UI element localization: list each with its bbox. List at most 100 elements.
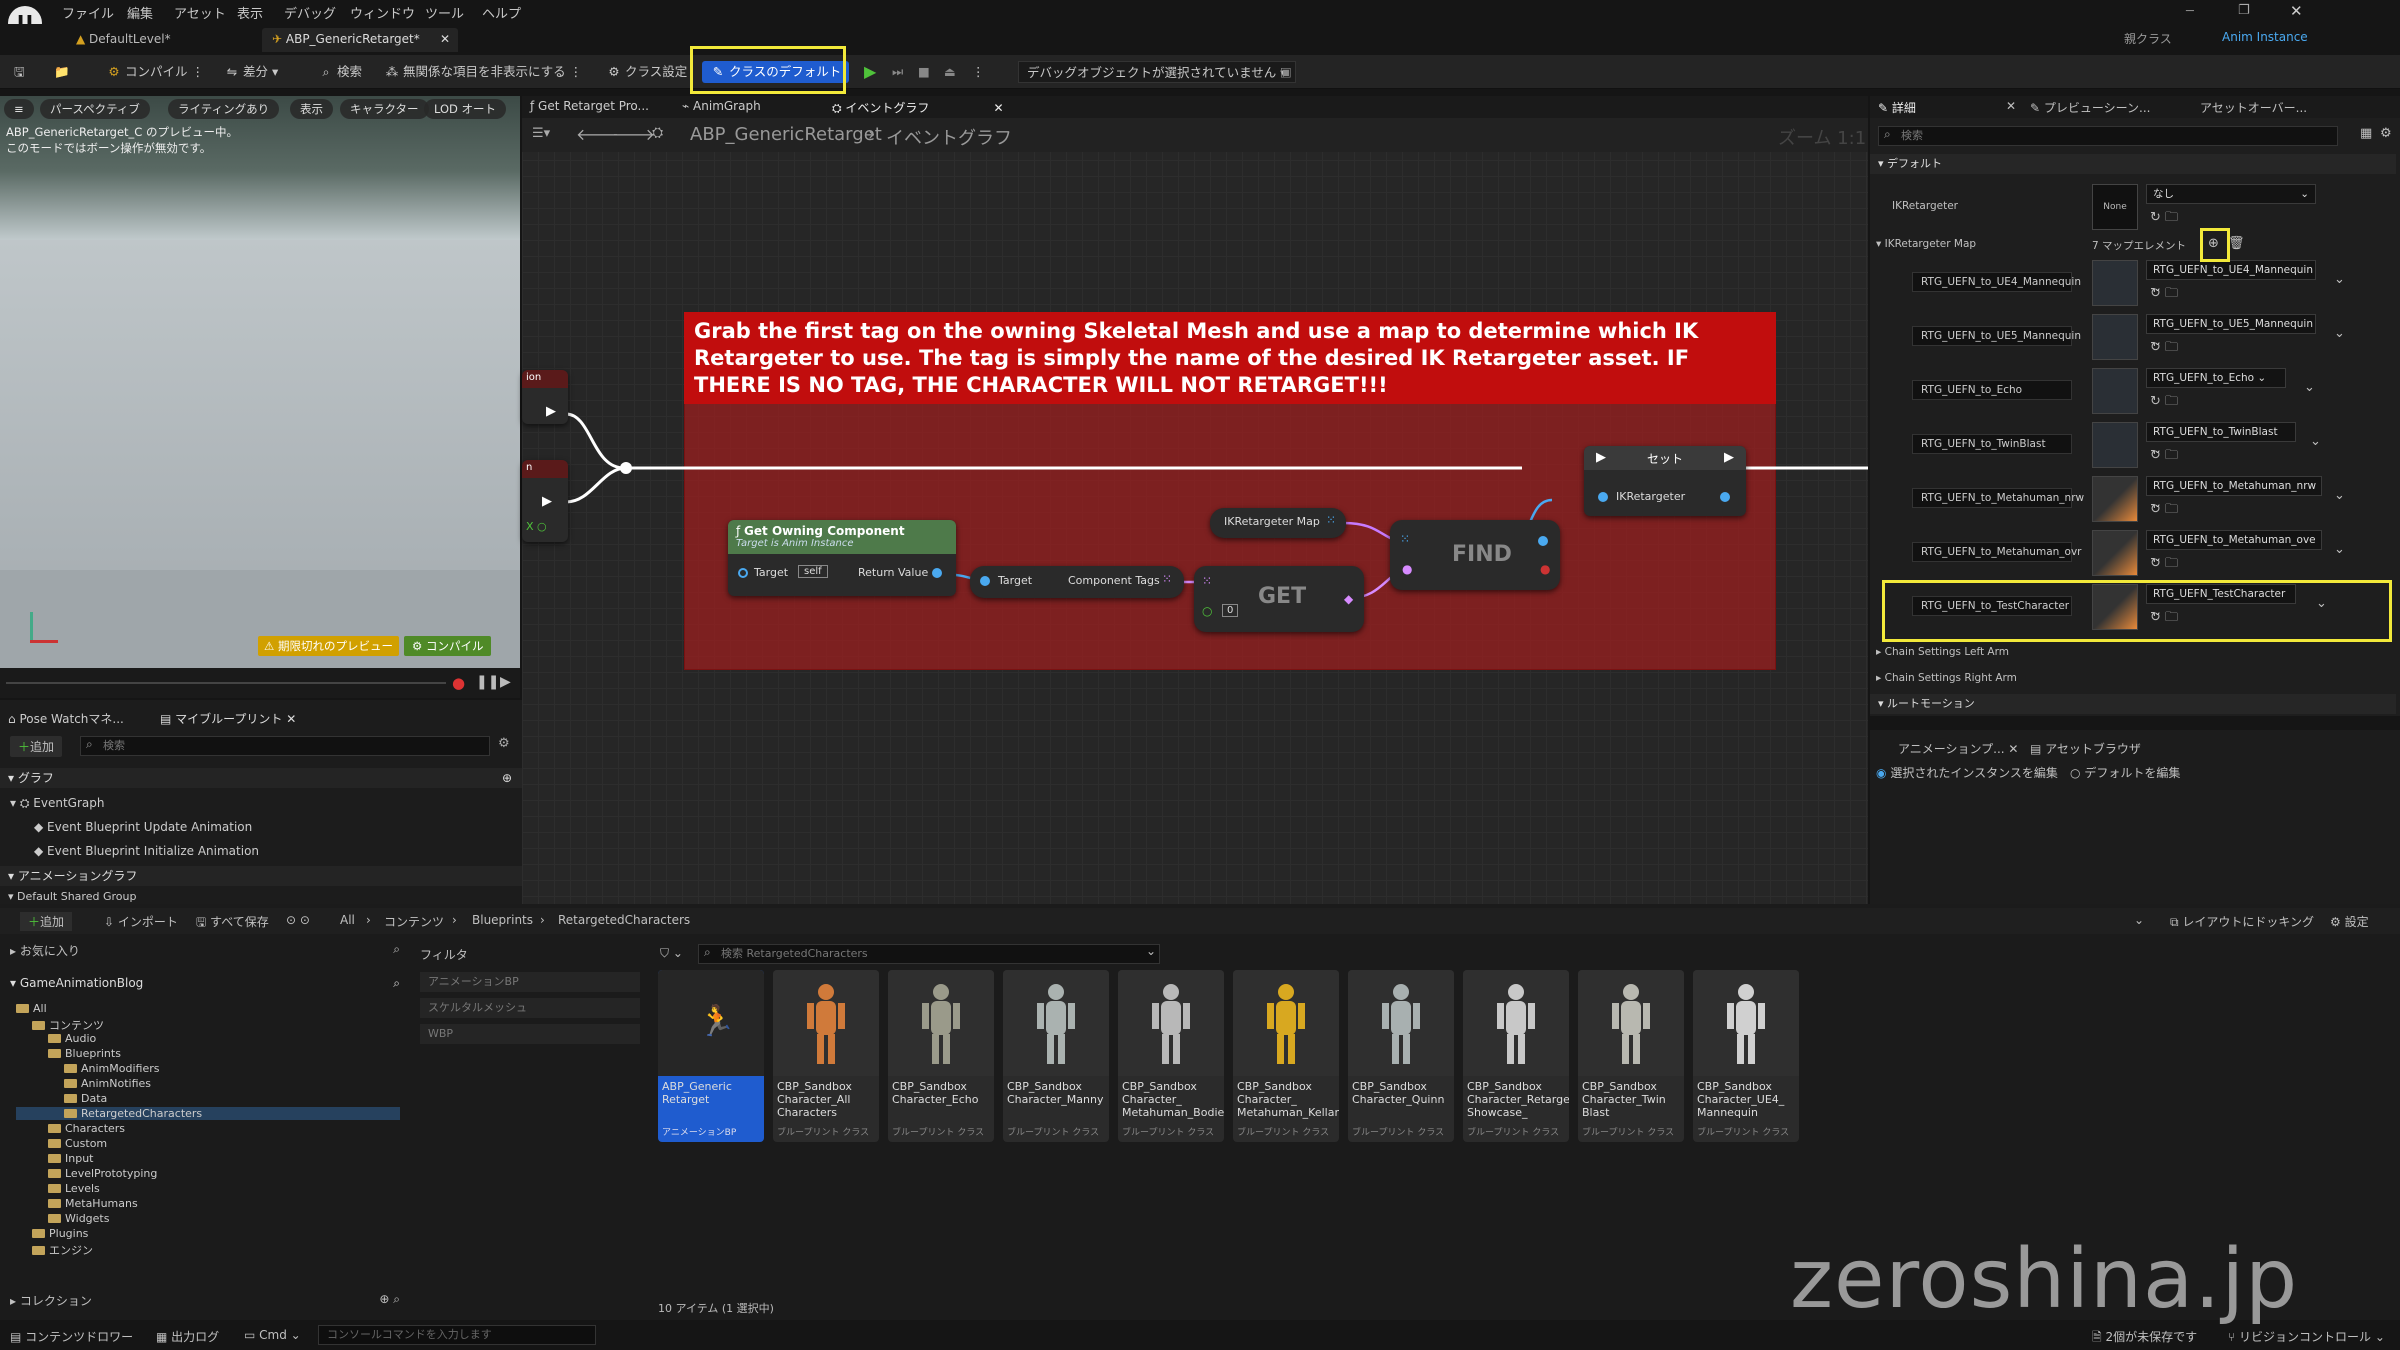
set-ikretargeter-in[interactable]	[1598, 492, 1608, 502]
viewport-compile-button[interactable]: ⚙ コンパイル	[404, 636, 492, 656]
radio-edit-defaults[interactable]: ○ デフォルトを編集	[2070, 764, 2180, 781]
node-get[interactable]: ⁙ GET ○ 0 ◆	[1194, 566, 1364, 632]
menu-file[interactable]: ファイル	[62, 3, 114, 22]
chain-left-arm[interactable]: ▸ Chain Settings Left Arm	[1876, 646, 2009, 658]
row-chevron-icon[interactable]: ⌄	[2310, 434, 2321, 449]
pin-target-in[interactable]	[738, 568, 748, 578]
reset-arrow-icon[interactable]: ↻ 🗀	[2150, 284, 2178, 306]
map-row-value-combo[interactable]: RTG_UEFN_to_Metahuman_nrw ⌄	[2146, 476, 2322, 510]
index-pin-icon[interactable]: ○	[1202, 604, 1212, 618]
play-options-icon[interactable]: ⋮	[972, 61, 985, 83]
pin-x-icon[interactable]: X ○	[526, 520, 547, 533]
add-button[interactable]: ＋追加	[10, 736, 63, 757]
asset-tile[interactable]: CBP_Sandbox Character_UE4_ Mannequin ブループ…	[1693, 970, 1799, 1142]
folder-item[interactable]: Characters	[48, 1122, 432, 1135]
node-component-tags[interactable]: Target Component Tags ⁙	[970, 566, 1184, 598]
menu-asset[interactable]: アセット	[174, 3, 226, 22]
graph-options-icon[interactable]: ☰▾	[532, 126, 550, 141]
tree-event-update[interactable]: ◆ Event Blueprint Update Animation	[34, 820, 252, 834]
cb-settings-button[interactable]: ⚙ 設定	[2330, 913, 2369, 930]
menu-window[interactable]: ウィンドウ	[350, 3, 415, 22]
asset-tile[interactable]: CBP_Sandbox Character_All Characters ブループ…	[773, 970, 879, 1142]
viewport-lighting-button[interactable]: ライティングあり	[168, 99, 280, 119]
content-drawer-button[interactable]: ▤ コンテンツドロワー	[10, 1328, 133, 1345]
menu-help[interactable]: ヘルプ	[482, 3, 521, 22]
filter-wbp[interactable]: WBP	[420, 1024, 640, 1044]
reset-arrow-icon[interactable]: ↻ 🗀	[2150, 392, 2178, 414]
history-back-icon[interactable]: ⊙ ⊙	[286, 913, 310, 927]
anim-graph-section-header[interactable]: ▾ アニメーショングラフ	[0, 866, 522, 886]
folder-item[interactable]: Levels	[48, 1182, 432, 1195]
folder-item[interactable]: Custom	[48, 1137, 432, 1150]
collections-add-icon[interactable]: ⊕ ⌕	[379, 1292, 400, 1307]
viewport-lod-button[interactable]: LOD オート	[424, 99, 507, 119]
window-restore-icon[interactable]: ❐	[2238, 3, 2250, 18]
reset-arrow-icon[interactable]: ↻ 🗀	[2150, 338, 2178, 360]
get-out-pin-icon[interactable]: ◆	[1344, 592, 1353, 606]
row-chevron-icon[interactable]: ⌄	[2334, 272, 2345, 287]
get-index-value[interactable]: 0	[1222, 604, 1239, 617]
section-root-motion[interactable]: ▾ ルートモーション	[1870, 694, 2396, 714]
map-row-value-combo[interactable]: RTG_UEFN_to_TwinBlast ⌄	[2146, 422, 2296, 456]
shared-group-item[interactable]: ▾ Default Shared Group	[8, 890, 136, 903]
radio-edit-instance[interactable]: ◉ 選択されたインスタンスを編集	[1876, 764, 2058, 781]
asset-tile[interactable]: 🏃 ABP_Generic Retarget アニメーションBP	[658, 970, 764, 1142]
folder-item[interactable]: Plugins	[32, 1227, 416, 1240]
retargeter-thumbnail[interactable]	[2092, 368, 2138, 414]
record-icon[interactable]: ●	[452, 674, 465, 692]
map-row-key[interactable]: RTG_UEFN_to_Metahuman_ovr	[1912, 542, 2082, 562]
stop-icon[interactable]: ■	[918, 61, 930, 83]
map-row-key[interactable]: RTG_UEFN_to_Metahuman_nrw	[1912, 488, 2084, 508]
row-chevron-icon[interactable]: ⌄	[2304, 380, 2315, 395]
debug-filter-icon[interactable]: ▣	[1280, 61, 1292, 83]
my-blueprint-search-input[interactable]: 検索	[80, 736, 490, 756]
ikretargeter-combo[interactable]: なし ⌄	[2146, 184, 2316, 204]
map-pin-icon[interactable]: ⁙	[1326, 513, 1336, 527]
details-search-input[interactable]: 検索	[1878, 126, 2338, 146]
favorites-header[interactable]: ▸ お気に入り ⌕	[10, 942, 400, 962]
menu-debug[interactable]: デバッグ	[284, 3, 336, 22]
node-ikretargeter-map[interactable]: IKRetargeter Map ⁙	[1210, 508, 1346, 538]
folder-item[interactable]: Data	[64, 1092, 448, 1105]
row-chevron-icon[interactable]: ⌄	[2334, 326, 2345, 341]
find-value-out[interactable]	[1538, 536, 1548, 546]
row-chevron-icon[interactable]: ⌄	[2334, 488, 2345, 503]
add-graph-icon[interactable]: ⊕	[502, 768, 512, 788]
folder-item[interactable]: Blueprints	[48, 1047, 432, 1060]
tab-my-blueprint[interactable]: ▤ マイブループリント ✕	[160, 710, 296, 727]
find-map-in-icon[interactable]: ⁙	[1400, 532, 1410, 546]
tab-close-icon[interactable]: ✕	[993, 101, 1003, 115]
asset-search-input[interactable]: 検索 RetargetedCharacters	[698, 944, 1160, 964]
map-row-key[interactable]: RTG_UEFN_to_Echo	[1912, 380, 2072, 400]
pause-icon[interactable]: ❚❚	[476, 674, 499, 690]
play-icon[interactable]: ▶	[864, 61, 876, 83]
cb-add-button[interactable]: ＋追加	[20, 912, 73, 931]
retargeter-thumbnail[interactable]	[2092, 530, 2138, 576]
reset-arrow-icon[interactable]: ↻ 🗀	[2150, 208, 2178, 230]
folder-item[interactable]: Input	[48, 1152, 432, 1165]
partial-node-top[interactable]: ion ▶	[522, 370, 568, 424]
filter-skeletal-mesh[interactable]: スケルタルメッシュ	[420, 998, 640, 1018]
cb-import-button[interactable]: ⇩ インポート	[104, 913, 178, 930]
folder-item[interactable]: LevelPrototyping	[48, 1167, 432, 1180]
add-element-icon[interactable]: ⊕	[2208, 236, 2219, 251]
reset-arrow-icon[interactable]: ↻ 🗀	[2150, 554, 2178, 576]
row-chevron-icon[interactable]: ⌄	[2316, 596, 2327, 611]
project-header[interactable]: ▾ GameAnimationBlog ⌕	[10, 976, 400, 996]
pin-component-target-in[interactable]	[980, 576, 990, 586]
retargeter-thumbnail[interactable]	[2092, 260, 2138, 306]
tab-asset-browser[interactable]: ▤ アセットブラウザ	[2030, 740, 2141, 757]
node-get-owning-component[interactable]: ƒ Get Owning Component Target is Anim In…	[728, 520, 956, 596]
tab-close-icon[interactable]: ✕	[440, 32, 450, 46]
tree-event-initialize[interactable]: ◆ Event Blueprint Initialize Animation	[34, 844, 259, 858]
collections-header[interactable]: ▸ コレクション ⊕ ⌕	[10, 1292, 400, 1309]
map-row-key[interactable]: RTG_UEFN_to_UE5_Mannequin	[1912, 326, 2081, 346]
map-row-value-combo[interactable]: RTG_UEFN_TestCharacter ⌄	[2146, 584, 2296, 618]
exec-out-icon[interactable]: ▶	[546, 404, 556, 419]
viewport-menu-icon[interactable]: ≡	[4, 99, 34, 119]
pin-self-value[interactable]: self	[798, 565, 828, 578]
menu-tools[interactable]: ツール	[425, 3, 464, 22]
set-exec-out-icon[interactable]: ▶	[1724, 450, 1734, 465]
crumb-all[interactable]: All	[340, 913, 355, 927]
tab-details[interactable]: ✎ 詳細	[1878, 99, 1916, 116]
